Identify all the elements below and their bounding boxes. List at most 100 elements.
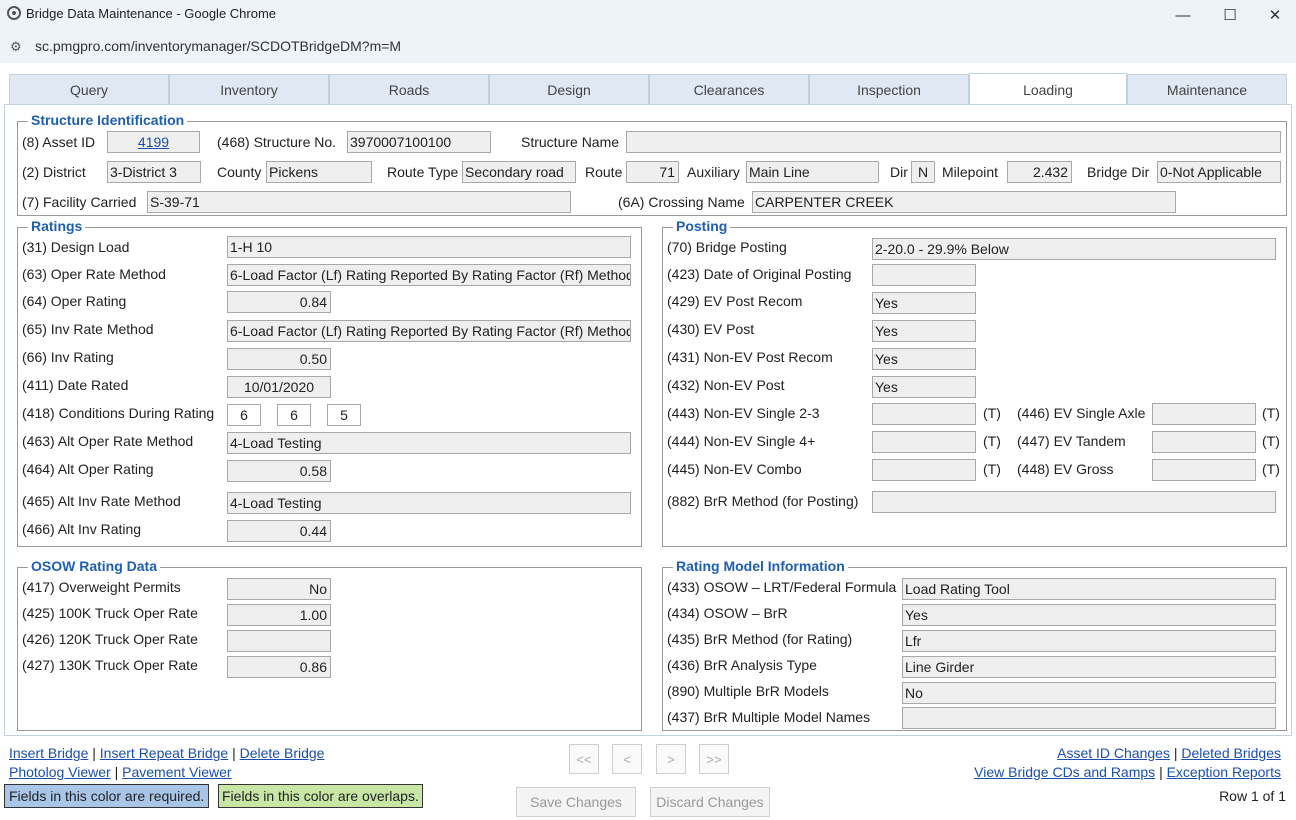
osow-brr-field[interactable]: Yes <box>902 604 1276 626</box>
brr-method-posting-field[interactable] <box>872 491 1276 513</box>
osow-legend: OSOW Rating Data <box>28 558 161 574</box>
ev-tandem-field[interactable] <box>1152 431 1256 453</box>
alt-inv-method-field[interactable]: 4-Load Testing <box>227 492 631 514</box>
exception-reports-link[interactable]: Exception Reports <box>1167 764 1281 780</box>
previous-record-button[interactable]: < <box>612 744 642 774</box>
link-separator: | <box>114 764 119 780</box>
condition-2-field[interactable]: 6 <box>277 404 311 426</box>
alt-oper-method-field[interactable]: 4-Load Testing <box>227 432 631 454</box>
nonev-single-4-field[interactable] <box>872 431 976 453</box>
bridge-posting-label: (70) Bridge Posting <box>667 239 787 255</box>
close-window-button[interactable]: ✕ <box>1252 0 1296 30</box>
oper-rating-field[interactable]: 0.84 <box>227 291 331 313</box>
asset-id-changes-link[interactable]: Asset ID Changes <box>1057 745 1170 761</box>
structure-name-field[interactable] <box>626 131 1281 153</box>
osow-brr-label: (434) OSOW – BrR <box>667 605 788 621</box>
nonev-combo-field[interactable] <box>872 459 976 481</box>
oper-rate-method-field[interactable]: 6-Load Factor (Lf) Rating Reported By Ra… <box>227 264 631 286</box>
inv-rating-field[interactable]: 0.50 <box>227 348 331 370</box>
date-original-posting-label: (423) Date of Original Posting <box>667 266 852 282</box>
design-load-field[interactable]: 1-H 10 <box>227 236 631 258</box>
facility-carried-field[interactable]: S-39-71 <box>147 191 571 213</box>
asset-id-link[interactable]: 4199 <box>138 134 169 150</box>
district-field[interactable]: 3-District 3 <box>107 161 201 183</box>
footer-links-row-1: Insert Bridge | Insert Repeat Bridge | D… <box>9 745 324 761</box>
delete-bridge-link[interactable]: Delete Bridge <box>240 745 325 761</box>
next-record-button[interactable]: > <box>656 744 686 774</box>
nonev-combo-label: (445) Non-EV Combo <box>667 461 802 477</box>
brr-analysis-type-field[interactable]: Line Girder <box>902 656 1276 678</box>
tab-loading[interactable]: Loading <box>969 73 1127 105</box>
nonev-single-4-label: (444) Non-EV Single 4+ <box>667 433 816 449</box>
tab-inventory[interactable]: Inventory <box>169 74 329 104</box>
milepoint-field[interactable]: 2.432 <box>1007 161 1072 183</box>
multiple-brr-models-field[interactable]: No <box>902 682 1276 704</box>
ev-post-recom-field[interactable]: Yes <box>872 292 976 314</box>
nonev-post-recom-field[interactable]: Yes <box>872 348 976 370</box>
truck-120k-label: (426) 120K Truck Oper Rate <box>22 631 198 647</box>
county-field[interactable]: Pickens <box>266 161 372 183</box>
facility-carried-label: (7) Facility Carried <box>22 194 137 210</box>
truck-130k-field[interactable]: 0.86 <box>227 656 331 678</box>
date-rated-field[interactable]: 10/01/2020 <box>227 376 331 398</box>
insert-bridge-link[interactable]: Insert Bridge <box>9 745 88 761</box>
nonev-single-23-field[interactable] <box>872 403 976 425</box>
date-original-posting-field[interactable] <box>872 264 976 286</box>
ev-post-label: (430) EV Post <box>667 321 755 337</box>
inv-rate-method-field[interactable]: 6-Load Factor (Lf) Rating Reported By Ra… <box>227 320 631 342</box>
save-changes-button[interactable]: Save Changes <box>516 787 636 817</box>
truck-120k-field[interactable] <box>227 630 331 652</box>
tab-maintenance[interactable]: Maintenance <box>1127 74 1287 104</box>
alt-oper-rating-field[interactable]: 0.58 <box>227 460 331 482</box>
discard-changes-button[interactable]: Discard Changes <box>650 787 770 817</box>
overweight-permits-field[interactable]: No <box>227 578 331 600</box>
truck-100k-field[interactable]: 1.00 <box>227 604 331 626</box>
bridge-posting-field[interactable]: 2-20.0 - 29.9% Below <box>872 238 1276 260</box>
tab-query[interactable]: Query <box>9 74 169 104</box>
osow-lrt-field[interactable]: Load Rating Tool <box>902 578 1276 600</box>
last-record-button[interactable]: >> <box>699 744 729 774</box>
ev-gross-field[interactable] <box>1152 459 1256 481</box>
deleted-bridges-link[interactable]: Deleted Bridges <box>1181 745 1281 761</box>
ev-tandem-label: (447) EV Tandem <box>1017 433 1126 449</box>
ev-gross-label: (448) EV Gross <box>1017 461 1114 477</box>
pavement-viewer-link[interactable]: Pavement Viewer <box>122 764 231 780</box>
maximize-button[interactable]: ☐ <box>1207 0 1253 30</box>
chrome-globe-icon <box>7 6 21 20</box>
alt-inv-rating-field[interactable]: 0.44 <box>227 520 331 542</box>
link-separator: | <box>1159 764 1163 780</box>
tab-clearances[interactable]: Clearances <box>649 74 809 104</box>
url-text[interactable]: sc.pmgpro.com/inventorymanager/SCDOTBrid… <box>35 38 401 54</box>
link-separator: | <box>232 745 236 761</box>
view-bridge-cds-link[interactable]: View Bridge CDs and Ramps <box>974 764 1155 780</box>
ev-single-axle-label: (446) EV Single Axle <box>1017 405 1146 421</box>
bridge-dir-field[interactable]: 0-Not Applicable <box>1157 161 1281 183</box>
tab-inspection[interactable]: Inspection <box>809 74 969 104</box>
photolog-viewer-link[interactable]: Photolog Viewer <box>9 764 111 780</box>
minimize-button[interactable]: — <box>1160 0 1206 30</box>
auxiliary-field[interactable]: Main Line <box>746 161 879 183</box>
nonev-post-field[interactable]: Yes <box>872 376 976 398</box>
footer-right-links-row-2: View Bridge CDs and Ramps | Exception Re… <box>974 764 1281 780</box>
first-record-button[interactable]: << <box>569 744 599 774</box>
ev-single-axle-field[interactable] <box>1152 403 1256 425</box>
condition-1-field[interactable]: 6 <box>227 404 261 426</box>
brr-method-rating-label: (435) BrR Method (for Rating) <box>667 631 853 647</box>
structure-no-label: (468) Structure No. <box>217 134 337 150</box>
site-info-icon[interactable]: ⚙ <box>10 39 22 55</box>
multiple-model-names-field[interactable] <box>902 707 1276 729</box>
insert-repeat-bridge-link[interactable]: Insert Repeat Bridge <box>100 745 228 761</box>
brr-method-rating-field[interactable]: Lfr <box>902 630 1276 652</box>
route-type-field[interactable]: Secondary road <box>462 161 576 183</box>
tab-roads[interactable]: Roads <box>329 74 489 104</box>
condition-3-field[interactable]: 5 <box>327 404 361 426</box>
route-field[interactable]: 71 <box>626 161 679 183</box>
ev-post-field[interactable]: Yes <box>872 320 976 342</box>
tab-design[interactable]: Design <box>489 74 649 104</box>
structure-no-field[interactable]: 3970007100100 <box>347 131 491 153</box>
dir-field[interactable]: N <box>911 161 935 183</box>
osow-lrt-label: (433) OSOW – LRT/Federal Formula <box>667 579 897 595</box>
asset-id-field[interactable]: 4199 <box>107 131 200 153</box>
crossing-name-field[interactable]: CARPENTER CREEK <box>752 191 1176 213</box>
milepoint-label: Milepoint <box>942 164 999 180</box>
